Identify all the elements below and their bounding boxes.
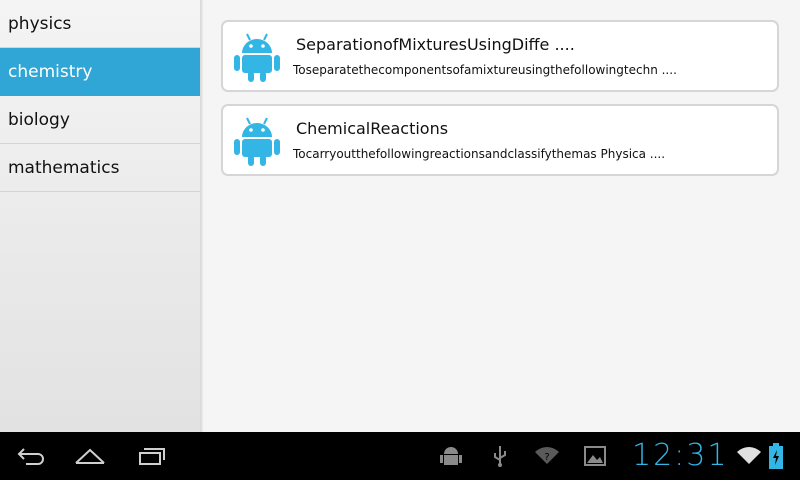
experiment-card[interactable]: SeparationofMixturesUsingDiffe .... Tose…: [221, 20, 779, 92]
system-navigation-bar: ? 12:31: [0, 432, 800, 480]
experiment-list: SeparationofMixturesUsingDiffe .... Tose…: [203, 0, 800, 432]
recent-apps-icon[interactable]: [136, 446, 166, 466]
sidebar-item-label: biology: [8, 109, 70, 130]
card-title: ChemicalReactions: [296, 119, 449, 138]
back-icon[interactable]: [16, 446, 46, 466]
battery-charging-icon: [769, 443, 783, 469]
android-robot-icon: [234, 33, 280, 82]
card-description: Tocarryoutthefollowingreactionsandclassi…: [293, 147, 666, 161]
subject-sidebar: physics chemistry biology mathematics: [0, 0, 200, 432]
gallery-icon: [584, 446, 606, 466]
sidebar-item-mathematics[interactable]: mathematics: [0, 144, 200, 192]
sidebar-item-biology[interactable]: biology: [0, 96, 200, 144]
wifi-icon: [737, 447, 761, 464]
experiment-card[interactable]: ChemicalReactions Tocarryoutthefollowing…: [221, 104, 779, 176]
no-signal-icon: ?: [535, 447, 559, 464]
card-description: Toseparatethecomponentsofamixtureusingth…: [293, 63, 677, 77]
usb-icon: [494, 446, 506, 467]
sidebar-item-label: mathematics: [8, 157, 120, 178]
android-robot-icon: [234, 117, 280, 166]
sidebar-item-label: physics: [8, 13, 72, 34]
sidebar-item-label: chemistry: [8, 61, 93, 82]
status-clock: 12:31: [632, 438, 729, 473]
home-icon[interactable]: [74, 447, 106, 465]
android-debug-icon: [440, 447, 462, 465]
sidebar-item-chemistry[interactable]: chemistry: [0, 48, 200, 96]
svg-text:?: ?: [544, 452, 549, 463]
sidebar-item-physics[interactable]: physics: [0, 0, 200, 48]
card-title: SeparationofMixturesUsingDiffe ....: [296, 35, 575, 54]
